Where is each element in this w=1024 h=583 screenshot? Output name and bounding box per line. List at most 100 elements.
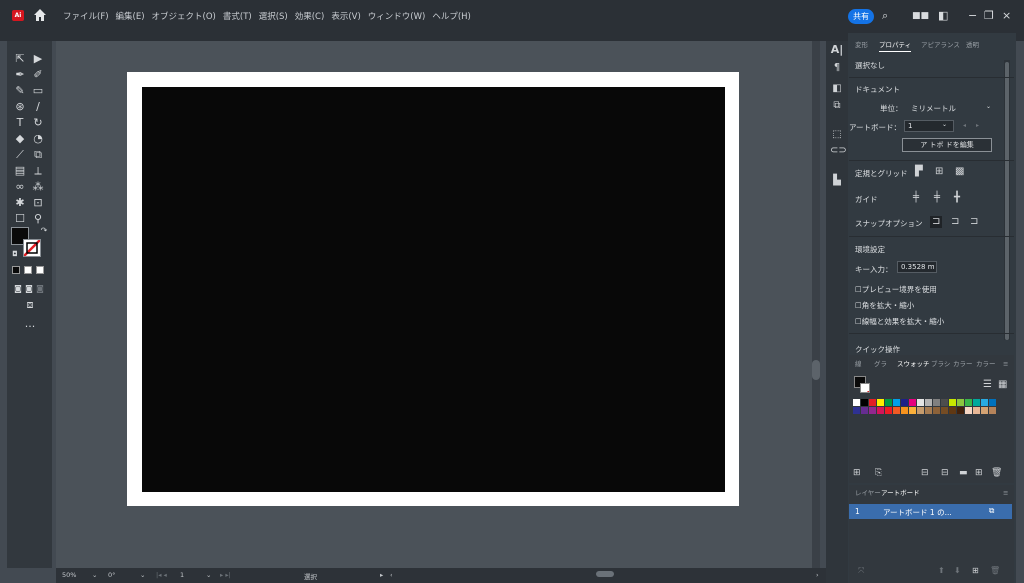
color-swatch[interactable] [909,399,916,406]
color-swatch[interactable] [853,399,860,406]
move-up-icon[interactable]: ⬆ [938,565,945,577]
transform-panel-icon[interactable]: ⬚ [830,129,844,141]
scroll-left-icon[interactable]: ‹ [390,571,393,579]
default-colors-icon[interactable]: ◘ [6,247,24,262]
color-swatch[interactable] [877,407,884,414]
shaper-tool-icon[interactable]: ⊛ [11,99,29,114]
draw-inside-icon[interactable]: ◙ [31,281,49,296]
color-swatch[interactable] [877,399,884,406]
list-view-icon[interactable]: ☰ [983,379,992,391]
home-icon[interactable] [33,8,47,22]
gradient-mode-button[interactable] [24,266,32,274]
artboard-options-icon[interactable]: ⧉ [989,506,994,516]
free-transform-tool-icon[interactable]: ⧉ [29,147,47,162]
share-button[interactable]: 共有 [848,9,874,24]
tab-gradient[interactable]: グラ [874,357,887,371]
canvas-vertical-scroll-thumb[interactable] [812,360,820,380]
links-panel-icon[interactable]: ⊂⊃ [830,145,847,157]
menu-object[interactable]: オブジェクト(O) [152,10,216,22]
type-tool-icon[interactable]: T [11,115,29,130]
color-swatch[interactable] [965,407,972,414]
color-swatch[interactable] [957,399,964,406]
tab-properties[interactable]: プロパティ [879,38,912,52]
delete-artboard-icon[interactable]: 🗑 [990,565,1000,577]
delete-swatch-icon[interactable]: 🗑 [991,467,1002,479]
new-swatch-icon[interactable]: ⊞ [975,467,983,479]
tab-transform[interactable]: 変形 [855,38,868,52]
workspace-switcher-icon[interactable]: ◧ [938,9,948,23]
place-swatches-icon[interactable]: ⎘ [875,467,882,479]
screen-mode-icon[interactable]: ⧈ [21,297,39,312]
grid-icon[interactable]: ⊞ [935,166,943,178]
blend-tool-icon[interactable]: ∞ [11,179,29,194]
rotate-tool-icon[interactable]: ↻ [29,115,47,130]
swatch-options-icon[interactable]: ⊟ [921,467,929,479]
color-swatch[interactable] [893,407,900,414]
color-swatch[interactable] [933,407,940,414]
artboard-dropdown-icon[interactable]: ⌄ [206,571,211,579]
direct-selection-tool-icon[interactable]: ▶ [29,51,47,66]
grid-view-icon[interactable]: ▦ [998,379,1007,391]
move-down-icon[interactable]: ⬇ [954,565,961,577]
lock-guides-icon[interactable]: ╪ [934,192,940,204]
none-mode-button[interactable] [36,266,44,274]
new-color-group-icon[interactable]: ⊟ [941,467,949,479]
zoom-level[interactable]: 50% [62,571,76,579]
color-swatch[interactable] [941,399,948,406]
snap-to-pixel-icon[interactable]: ⊐ [951,216,959,228]
tab-swatches[interactable]: スウォッチ [897,357,930,371]
symbol-sprayer-tool-icon[interactable]: ⁂ [29,179,47,194]
color-mode-button[interactable] [12,266,20,274]
transparency-grid-icon[interactable]: ▩ [955,166,964,178]
color-swatch[interactable] [949,407,956,414]
libraries-panel-icon[interactable]: ◧ [830,83,844,95]
color-swatch[interactable] [957,407,964,414]
snap-to-point-icon[interactable]: ⊐ [930,216,943,228]
color-swatch[interactable] [885,407,892,414]
color-swatch[interactable] [901,407,908,414]
artboard-tool-icon[interactable]: ⊡ [29,195,47,210]
color-swatch[interactable] [869,399,876,406]
edit-artboards-button[interactable]: ア トボ ドを編集 [902,138,992,152]
export-panel-icon[interactable]: ⧉ [830,100,844,112]
selection-tool-icon[interactable]: ⇱ [11,51,29,66]
color-swatch[interactable] [861,399,868,406]
edit-toolbar-icon[interactable]: ··· [21,319,39,334]
character-panel-icon[interactable]: A| [830,44,844,56]
paintbrush-tool-icon[interactable]: ✎ [11,83,29,98]
paragraph-panel-icon[interactable]: ¶ [830,62,844,74]
close-icon[interactable]: × [1002,9,1011,23]
color-swatch[interactable] [917,407,924,414]
color-swatch[interactable] [925,399,932,406]
units-chevron-down-icon[interactable]: ⌄ [986,103,991,110]
canvas-horizontal-scroll-thumb[interactable] [596,571,614,577]
tab-color[interactable]: カラー [953,357,973,371]
smart-guides-icon[interactable]: ╋ [954,192,960,204]
gradient-tool-icon[interactable]: ▤ [11,163,29,178]
show-guides-icon[interactable]: ╪ [913,192,919,204]
zoom-dropdown-icon[interactable]: ⌄ [92,571,97,579]
scale-corners-checkbox[interactable]: ☐角を拡大・縮小 [855,300,914,311]
new-artboard-icon[interactable]: ⊞ [972,565,979,577]
color-swatch[interactable] [869,407,876,414]
stroke-color-box[interactable] [23,239,41,257]
color-swatch[interactable] [973,407,980,414]
tab-appearance[interactable]: アピアランス [921,38,960,52]
tab-layers[interactable]: レイヤー [855,486,881,500]
new-folder-icon[interactable]: ▬ [959,467,968,479]
color-swatch[interactable] [989,407,996,414]
color-swatch[interactable] [989,399,996,406]
properties-scroll-thumb[interactable] [1005,62,1009,340]
menu-view[interactable]: 表示(V) [331,10,360,22]
black-rectangle[interactable] [142,87,725,492]
color-swatch[interactable] [981,407,988,414]
artboard-row[interactable]: 1 アートボード 1 の... ⧉ [849,504,1012,519]
color-swatch[interactable] [917,399,924,406]
pin-tool-icon[interactable]: ✱ [11,195,29,210]
scale-strokes-checkbox[interactable]: ☐線幅と効果を拡大・縮小 [855,316,944,327]
first-artboard-icon[interactable]: |◂ ◂ [156,571,167,579]
menu-select[interactable]: 選択(S) [259,10,288,22]
artboard-chevron-down-icon[interactable]: ⌄ [942,121,947,128]
panel-menu-icon[interactable]: ≡ [1003,357,1008,371]
color-swatch[interactable] [861,407,868,414]
